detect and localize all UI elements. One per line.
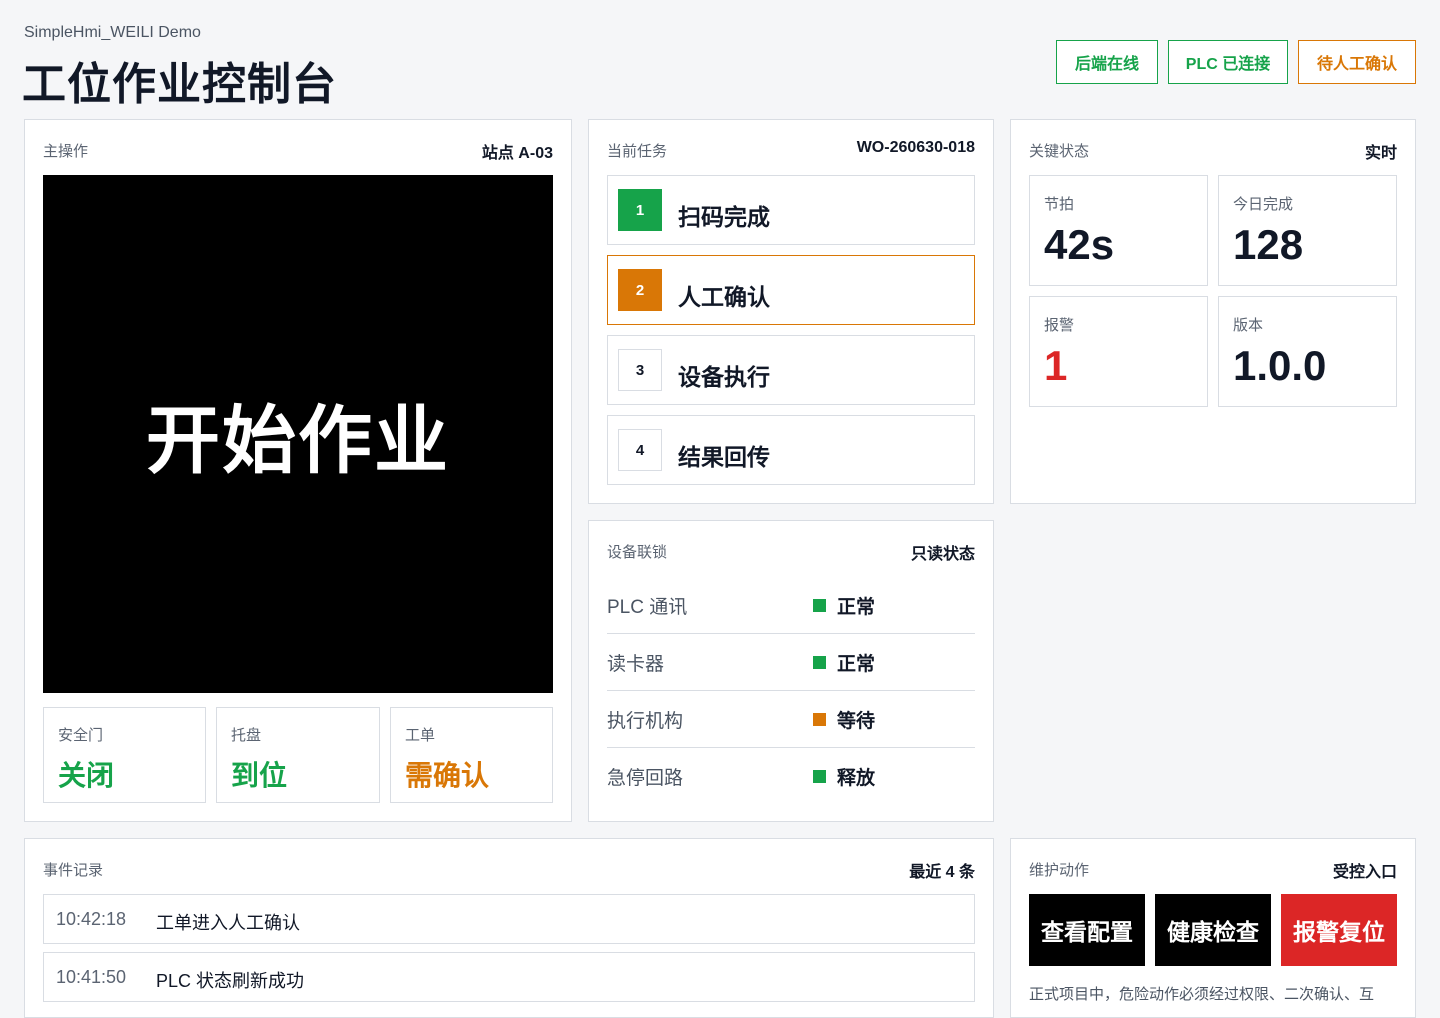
step-label: 扫码完成	[678, 204, 770, 230]
plc-connected-badge: PLC 已连接	[1168, 40, 1288, 84]
task-step-scan: 1 扫码完成	[607, 175, 975, 245]
readonly-tag: 只读状态	[910, 546, 975, 563]
interlock-status: 正常	[837, 654, 876, 675]
status-label: 工单	[405, 727, 436, 744]
metric-label: 报警	[1044, 317, 1075, 334]
safety-door-status: 安全门 关闭	[43, 707, 206, 803]
status-indicator-icon	[813, 656, 826, 669]
panel-label: 当前任务	[607, 143, 668, 160]
metric-label: 节拍	[1044, 196, 1075, 213]
pallet-status: 托盘 到位	[216, 707, 380, 803]
device-interlock-panel: 设备联锁 只读状态 PLC 通讯 正常 读卡器 正常 执行机构 等待 急停回路 …	[588, 520, 994, 822]
metric-value: 128	[1233, 221, 1304, 268]
interlock-name: 执行机构	[607, 711, 684, 732]
event-row: 10:42:18 工单进入人工确认	[43, 894, 975, 944]
interlock-name: PLC 通讯	[607, 597, 688, 618]
status-label: 托盘	[231, 727, 262, 744]
metric-cycle-time: 节拍 42s	[1029, 175, 1208, 286]
realtime-tag: 实时	[1364, 145, 1397, 162]
interlock-row-estop: 急停回路 释放	[607, 748, 975, 805]
event-message: 工单进入人工确认	[156, 913, 300, 933]
panel-label: 事件记录	[43, 862, 104, 879]
panel-label: 主操作	[43, 143, 89, 160]
event-row: 10:41:50 PLC 状态刷新成功	[43, 952, 975, 1002]
backend-online-badge: 后端在线	[1056, 40, 1158, 84]
metric-completed-today: 今日完成 128	[1218, 175, 1397, 286]
alarm-reset-button[interactable]: 报警复位	[1281, 894, 1397, 966]
task-step-report: 4 结果回传	[607, 415, 975, 485]
maintenance-panel: 维护动作 受控入口 查看配置 健康检查 报警复位 正式项目中，危险动作必须经过权…	[1010, 838, 1416, 1018]
interlock-row-actuator: 执行机构 等待	[607, 691, 975, 748]
interlock-status: 释放	[837, 768, 876, 789]
station-tag: 站点 A-03	[481, 145, 553, 162]
metric-value: 1.0.0	[1233, 342, 1327, 389]
metric-alarm: 报警 1	[1029, 296, 1208, 407]
start-job-button[interactable]: 开始作业	[43, 175, 553, 693]
order-id: WO-260630-018	[856, 139, 975, 156]
interlock-status: 正常	[837, 597, 876, 618]
metric-value: 42s	[1044, 221, 1115, 268]
step-label: 人工确认	[678, 284, 770, 310]
step-number: 3	[618, 349, 662, 391]
event-time: 10:41:50	[56, 967, 127, 987]
page-title: 工位作业控制台	[22, 60, 337, 109]
status-label: 安全门	[58, 727, 104, 744]
status-value: 关闭	[58, 760, 115, 791]
interlock-name: 读卡器	[607, 654, 665, 675]
step-number: 4	[618, 429, 662, 471]
panel-label: 关键状态	[1029, 143, 1090, 160]
step-number: 2	[618, 269, 662, 311]
maintenance-note: 正式项目中，危险动作必须经过权限、二次确认、互	[1029, 986, 1375, 1003]
event-count-tag: 最近 4 条	[909, 864, 975, 881]
event-time: 10:42:18	[56, 909, 127, 929]
panel-label: 设备联锁	[607, 544, 668, 561]
metric-version: 版本 1.0.0	[1218, 296, 1397, 407]
status-indicator-icon	[813, 713, 826, 726]
status-indicator-icon	[813, 770, 826, 783]
metric-label: 今日完成	[1233, 196, 1294, 213]
event-log-panel: 事件记录 最近 4 条 10:42:18 工单进入人工确认 10:41:50 P…	[24, 838, 994, 1018]
panel-label: 维护动作	[1029, 862, 1090, 879]
interlock-row-plc: PLC 通讯 正常	[607, 577, 975, 634]
metric-label: 版本	[1233, 317, 1264, 334]
event-message: PLC 状态刷新成功	[156, 971, 305, 991]
current-task-panel: 当前任务 WO-260630-018 1 扫码完成 2 人工确认 3 设备执行 …	[588, 119, 994, 504]
health-check-button[interactable]: 健康检查	[1155, 894, 1271, 966]
step-number: 1	[618, 189, 662, 231]
app-name: SimpleHmi_WEILI Demo	[24, 24, 201, 41]
interlock-status: 等待	[837, 711, 876, 732]
status-indicator-icon	[813, 599, 826, 612]
task-step-manual-confirm: 2 人工确认	[607, 255, 975, 325]
metric-value: 1	[1044, 342, 1068, 389]
task-step-execute: 3 设备执行	[607, 335, 975, 405]
view-config-button[interactable]: 查看配置	[1029, 894, 1145, 966]
step-label: 结果回传	[678, 444, 770, 470]
pending-confirm-badge: 待人工确认	[1298, 40, 1416, 84]
main-operation-panel: 主操作 站点 A-03 开始作业 安全门 关闭 托盘 到位 工单 需确认	[24, 119, 572, 822]
status-value: 到位	[231, 760, 288, 791]
interlock-row-card-reader: 读卡器 正常	[607, 634, 975, 691]
work-order-status: 工单 需确认	[390, 707, 553, 803]
key-status-panel: 关键状态 实时 节拍 42s 今日完成 128 报警 1 版本 1.0.0	[1010, 119, 1416, 504]
step-label: 设备执行	[678, 364, 770, 390]
status-value: 需确认	[405, 760, 490, 791]
controlled-entry-tag: 受控入口	[1332, 864, 1397, 881]
interlock-name: 急停回路	[607, 768, 684, 789]
